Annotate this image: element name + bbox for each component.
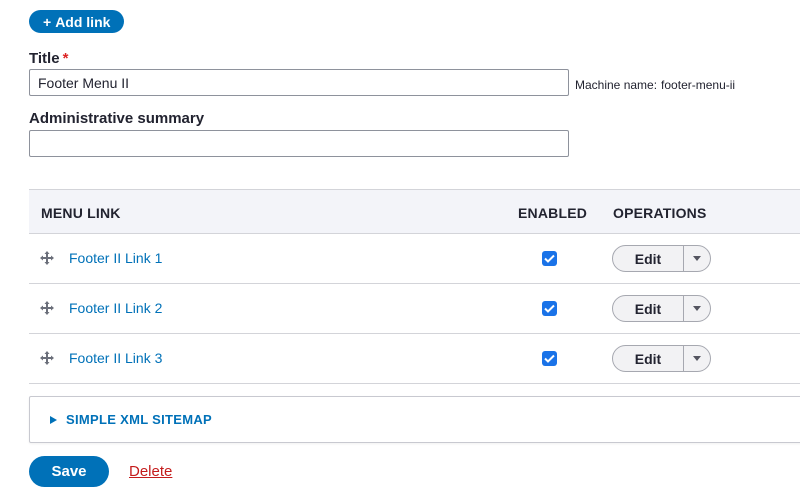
operations-dropbutton: Edit [612, 295, 711, 322]
dropdown-toggle[interactable] [684, 346, 710, 371]
title-input[interactable] [29, 69, 569, 96]
table-row: Footer II Link 3 Edit [29, 334, 800, 384]
plus-icon: + [43, 13, 52, 30]
add-link-label: Add link [55, 13, 111, 30]
machine-name: Machine name: footer-menu-ii [575, 78, 735, 92]
required-mark: * [62, 50, 69, 67]
chevron-down-icon [693, 256, 701, 261]
operations-dropbutton: Edit [612, 345, 711, 372]
table-row: Footer II Link 2 Edit [29, 284, 800, 334]
menu-link[interactable]: Footer II Link 1 [69, 250, 162, 266]
drag-handle-icon[interactable] [39, 350, 55, 366]
summary-label: Administrative summary [29, 110, 205, 127]
delete-link[interactable]: Delete [129, 463, 172, 480]
enabled-checkbox[interactable] [542, 301, 557, 316]
menu-link[interactable]: Footer II Link 3 [69, 350, 162, 366]
table-row: Footer II Link 1 Edit [29, 234, 800, 284]
operations-dropbutton: Edit [612, 245, 711, 272]
header-operations: OPERATIONS [613, 205, 707, 221]
title-label: Title * [29, 50, 69, 67]
edit-button[interactable]: Edit [613, 346, 684, 371]
save-button[interactable]: Save [29, 456, 109, 487]
dropdown-toggle[interactable] [684, 296, 710, 321]
summary-input[interactable] [29, 130, 569, 157]
triangle-right-icon [50, 415, 57, 424]
header-enabled: ENABLED [518, 205, 588, 221]
edit-button[interactable]: Edit [613, 296, 684, 321]
checkmark-icon [544, 254, 555, 263]
menu-links-table: MENU LINK ENABLED OPERATIONS Footer II L… [29, 189, 800, 384]
machine-name-label: Machine name: [575, 78, 658, 92]
details-summary-label: SIMPLE XML SITEMAP [66, 412, 213, 427]
edit-button[interactable]: Edit [613, 246, 684, 271]
enabled-checkbox[interactable] [542, 251, 557, 266]
simple-xml-sitemap-details[interactable]: SIMPLE XML SITEMAP [29, 396, 800, 443]
enabled-checkbox[interactable] [542, 351, 557, 366]
table-header: MENU LINK ENABLED OPERATIONS [29, 190, 800, 234]
drag-handle-icon[interactable] [39, 300, 55, 316]
checkmark-icon [544, 304, 555, 313]
details-summary[interactable]: SIMPLE XML SITEMAP [50, 412, 212, 427]
dropdown-toggle[interactable] [684, 246, 710, 271]
header-menu-link: MENU LINK [41, 205, 121, 221]
menu-link[interactable]: Footer II Link 2 [69, 300, 162, 316]
chevron-down-icon [693, 306, 701, 311]
machine-name-value: footer-menu-ii [661, 78, 736, 92]
chevron-down-icon [693, 356, 701, 361]
add-link-button[interactable]: + Add link [29, 10, 125, 33]
checkmark-icon [544, 354, 555, 363]
drag-handle-icon[interactable] [39, 250, 55, 266]
